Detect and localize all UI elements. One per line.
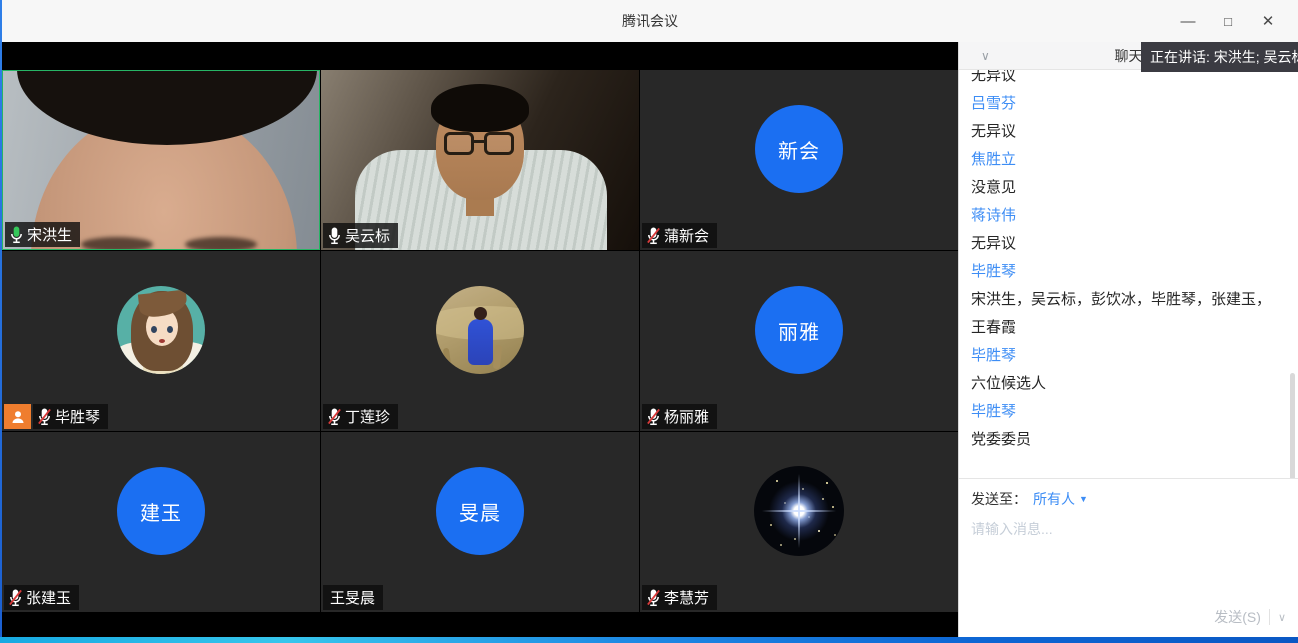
name-tag: 丁莲珍 [323,404,398,429]
avatar: 旻晨 [436,467,524,555]
video-tile-puxinhui[interactable]: 新会 蒲新会 [640,70,958,250]
avatar-initials: 新会 [778,135,820,164]
participant-name: 丁莲珍 [345,406,390,427]
video-tile-wuyunbiao[interactable]: 吴云标 [321,70,639,250]
chat-sender: 焦胜立 [971,146,1280,174]
chat-footer: 发送至： 所有人 ▼ 发送(S) ∨ [959,478,1298,637]
send-to-row: 发送至： 所有人 ▼ [971,489,1286,509]
chat-message: 焦胜立 没意见 [971,146,1280,202]
video-tile-bishengqin[interactable]: 毕胜琴 [2,251,320,431]
mic-muted-icon [37,407,52,426]
meeting-window: 腾讯会议 — □ ✕ [2,0,1298,637]
chat-text: 党委委员 [971,426,1280,454]
video-tile-yangliya[interactable]: 丽雅 杨丽雅 [640,251,958,431]
video-tile-songhongsheng[interactable]: 宋洪生 [2,70,320,250]
video-tile-zhangjianyu[interactable]: 建玉 张建玉 [2,432,320,612]
chat-message: 蒋诗伟 无异议 [971,202,1280,258]
close-button[interactable]: ✕ [1248,0,1288,42]
send-button[interactable]: 发送(S) [1214,607,1261,627]
maximize-button[interactable]: □ [1208,0,1248,42]
participant-name: 蒲新会 [664,225,709,246]
name-tag: 毕胜琴 [33,404,108,429]
dropdown-caret-icon[interactable]: ▼ [1079,494,1088,504]
video-area: 宋洪生 [2,42,958,637]
send-options-chevron-icon[interactable]: ∨ [1278,611,1286,624]
video-tile-wangminchen[interactable]: 旻晨 王旻晨 [321,432,639,612]
person-badge-icon [4,404,31,429]
window-title: 腾讯会议 [2,0,1298,42]
name-tag: 吴云标 [323,223,398,248]
chat-text: 宋洪生，吴云标，彭饮冰，毕胜琴，张建玉，王春霞 [971,286,1280,342]
chat-text: 无异议 [971,230,1280,258]
mic-muted-icon [646,226,661,245]
chat-text: 无异议 [971,118,1280,146]
chat-sender: 毕胜琴 [971,258,1280,286]
participant-grid: 宋洪生 [2,70,958,612]
video-tile-lihuifang[interactable]: 李慧芳 [640,432,958,612]
chat-text: 六位候选人 [971,370,1280,398]
chat-sender: 毕胜琴 [971,398,1280,426]
chat-message-list[interactable]: 无异议 吕雪芬 无异议 焦胜立 没意见 蒋诗伟 无异议 毕胜琴 宋洪生，吴云标，… [959,70,1298,478]
window-controls: — □ ✕ [1168,0,1288,42]
avatar: 建玉 [117,467,205,555]
chat-message: 无异议 [971,70,1280,90]
chat-sender: 蒋诗伟 [971,202,1280,230]
minimize-button[interactable]: — [1168,0,1208,42]
chat-text: 无异议 [971,70,1280,90]
avatar-initials: 丽雅 [778,316,820,345]
titlebar: 腾讯会议 — □ ✕ [2,0,1298,42]
chat-sender: 毕胜琴 [971,342,1280,370]
chat-text: 没意见 [971,174,1280,202]
send-row: 发送(S) ∨ [971,605,1286,629]
participant-name: 王旻晨 [330,587,375,608]
name-tag: 蒲新会 [642,223,717,248]
chat-message: 吕雪芬 无异议 [971,90,1280,146]
name-tag: 李慧芳 [642,585,717,610]
avatar: 丽雅 [755,286,843,374]
chat-message: 毕胜琴 党委委员 [971,398,1280,454]
main-area: 宋洪生 [2,42,1298,637]
avatar: 新会 [755,105,843,193]
mic-muted-icon [327,407,342,426]
chat-message: 毕胜琴 宋洪生，吴云标，彭饮冰，毕胜琴，张建玉，王春霞 [971,258,1280,342]
name-tag: 张建玉 [4,585,79,610]
participant-name: 杨丽雅 [664,406,709,427]
name-tag: 王旻晨 [323,585,383,610]
mic-on-speaking-icon [9,225,24,244]
name-tag: 杨丽雅 [642,404,717,429]
chat-scrollbar[interactable] [1290,373,1295,478]
mic-muted-icon [646,588,661,607]
mic-muted-icon [8,588,23,607]
send-divider [1269,609,1270,625]
name-tag: 宋洪生 [5,222,80,247]
participant-name: 张建玉 [26,587,71,608]
avatar [754,466,844,556]
chat-message: 毕胜琴 六位候选人 [971,342,1280,398]
participant-name: 吴云标 [345,225,390,246]
send-to-label: 发送至： [971,489,1027,509]
chat-sender: 吕雪芬 [971,90,1280,118]
avatar [117,286,205,374]
send-to-dropdown[interactable]: 所有人 [1033,489,1075,509]
chat-input[interactable] [971,519,1286,605]
avatar [436,286,524,374]
video-tile-dinglianzhen[interactable]: 丁莲珍 [321,251,639,431]
avatar-initials: 建玉 [140,497,182,526]
avatar-initials: 旻晨 [459,497,501,526]
participant-name: 宋洪生 [27,224,72,245]
active-speaker-toast: 正在讲话: 宋洪生; 吴云标; [1141,42,1298,72]
participant-name: 李慧芳 [664,587,709,608]
mic-on-icon [327,226,342,245]
chat-panel: ∨ 聊天 无异议 吕雪芬 无异议 焦胜立 没意见 蒋诗伟 无异议 [958,42,1298,637]
desktop-taskbar-edge [0,637,1298,643]
mic-muted-icon [646,407,661,426]
participant-name: 毕胜琴 [55,406,100,427]
